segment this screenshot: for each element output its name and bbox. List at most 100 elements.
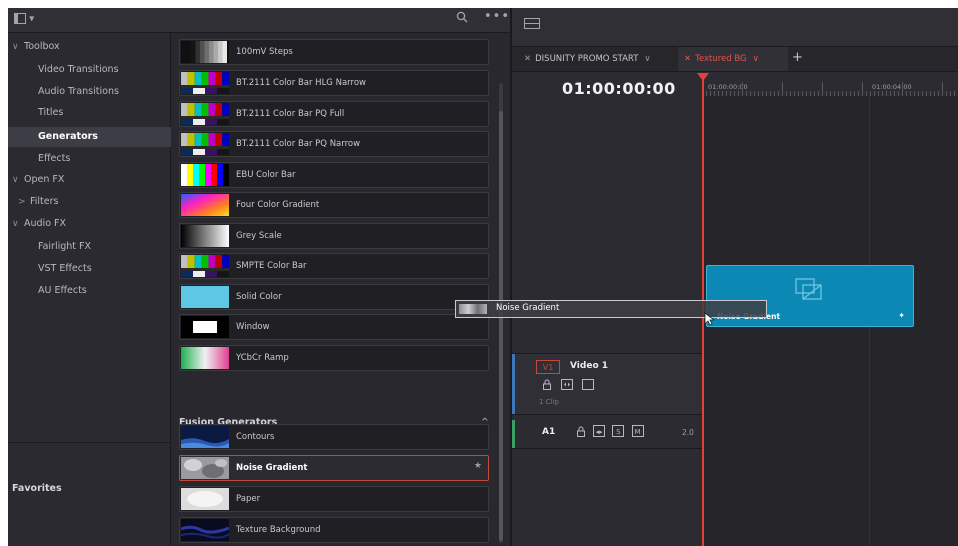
generator-label: Paper — [236, 494, 261, 504]
search-icon[interactable] — [456, 11, 468, 27]
timeline-toolbar — [512, 8, 958, 47]
sidebar-item-label: Filters — [30, 196, 59, 207]
sidebar-item-fairlight-fx[interactable]: Fairlight FX — [8, 237, 170, 257]
favorites-divider — [8, 442, 170, 443]
drag-ghost: Noise Gradient — [455, 300, 767, 318]
generator-label: Window — [236, 322, 270, 332]
generator-label: SMPTE Color Bar — [236, 261, 307, 271]
mute-button[interactable]: M — [631, 425, 644, 437]
tab-textured-bg[interactable]: ✕ Textured BG ∨ — [678, 47, 788, 71]
sidebar-item-titles[interactable]: Titles — [8, 103, 170, 123]
video-track-name[interactable]: Video 1 — [570, 361, 608, 371]
video-track-color — [512, 354, 515, 414]
generator-item-grey-scale[interactable]: Grey Scale — [179, 223, 489, 249]
generator-label: YCbCr Ramp — [236, 353, 289, 363]
audio-channel-format: 2.0 — [682, 428, 694, 437]
generator-item-window[interactable]: Window — [179, 314, 489, 340]
favorites-heading[interactable]: Favorites — [12, 483, 62, 494]
generator-label: EBU Color Bar — [236, 170, 296, 180]
sidebar-item-effects[interactable]: Effects — [8, 149, 170, 169]
sidebar-item-video-transitions[interactable]: Video Transitions — [8, 60, 170, 80]
lock-icon[interactable] — [542, 379, 555, 393]
sidebar-item-label: AU Effects — [38, 285, 87, 296]
mouse-cursor-icon — [704, 312, 716, 329]
chevron-down-icon[interactable]: ∨ — [644, 54, 650, 64]
sidebar-item-label: VST Effects — [38, 263, 92, 274]
sidebar-item-label: Audio FX — [24, 218, 66, 229]
generator-item-contours[interactable]: Contours — [179, 424, 489, 450]
sidebar-item-label: Audio Transitions — [38, 86, 119, 97]
drag-ghost-thumbnail — [459, 304, 487, 314]
sidebar-item-audio-fx[interactable]: ∨ Audio FX — [8, 214, 170, 234]
close-icon[interactable]: ✕ — [524, 54, 531, 64]
generator-thumbnail — [181, 164, 229, 186]
generator-thumbnail — [181, 133, 230, 155]
generator-item-four-color-gradient[interactable]: Four Color Gradient — [179, 192, 489, 218]
sidebar-item-audio-transitions[interactable]: Audio Transitions — [8, 82, 170, 102]
generator-item-ebu-color-bar[interactable]: EBU Color Bar — [179, 162, 489, 188]
generator-item-bt-2111-color-bar-pq-full[interactable]: BT.2111 Color Bar PQ Full — [179, 101, 489, 127]
scrollbar-thumb[interactable] — [499, 111, 503, 541]
time-ruler[interactable]: 01:00:00:00 01:00:04:00 — [702, 72, 958, 97]
track-enable-icon[interactable] — [582, 379, 595, 393]
generator-item-noise-gradient[interactable]: Noise Gradient ★ — [179, 455, 489, 481]
auto-select-icon[interactable]: ◂▸ — [593, 425, 606, 437]
generator-item-100mv-steps[interactable]: 100mV Steps — [179, 39, 489, 65]
chevron-down-icon[interactable]: ∨ — [12, 214, 24, 234]
generator-item-smpte-color-bar[interactable]: SMPTE Color Bar — [179, 253, 489, 279]
generator-thumbnail — [180, 519, 230, 541]
sidebar-item-open-fx[interactable]: ∨ Open FX — [8, 170, 170, 190]
generator-item-texture-background[interactable]: Texture Background — [179, 517, 489, 543]
generator-label: Noise Gradient — [236, 463, 308, 473]
generator-item-bt-2111-color-bar-pq-narrow[interactable]: BT.2111 Color Bar PQ Narrow — [179, 131, 489, 157]
ruler-tick — [742, 82, 743, 96]
sidebar-item-label: Generators — [38, 131, 98, 142]
audio-track-name[interactable]: A1 — [542, 427, 555, 437]
audio-track-controls: ◂▸ S M — [576, 425, 644, 437]
tab-disunity-promo-start[interactable]: ✕ DISUNITY PROMO START ∨ — [520, 47, 684, 71]
generator-item-bt-2111-color-bar-hlg-narrow[interactable]: BT.2111 Color Bar HLG Narrow — [179, 70, 489, 96]
generator-item-solid-color[interactable]: Solid Color — [179, 284, 489, 310]
auto-select-icon[interactable] — [561, 379, 576, 393]
effects-sidebar: ∨ Toolbox Video Transitions Audio Transitio… — [8, 33, 200, 546]
lock-icon[interactable] — [576, 426, 589, 437]
sidebar-item-label: Fairlight FX — [38, 241, 92, 252]
solo-button[interactable]: S — [612, 425, 625, 437]
generator-label: 100mV Steps — [236, 47, 293, 57]
generator-thumbnail — [181, 194, 229, 216]
track-destination-v1[interactable]: V1 — [536, 360, 560, 374]
sidebar-item-label: Open FX — [24, 174, 65, 185]
audio-track-header[interactable]: A1 ◂▸ S M 2.0 — [512, 420, 702, 449]
sidebar-item-label: Titles — [38, 107, 64, 118]
sidebar-item-filters[interactable]: > Filters — [8, 192, 170, 212]
sidebar-item-au-effects[interactable]: AU Effects — [8, 281, 170, 301]
chevron-down-icon: ▾ — [29, 13, 35, 25]
add-timeline-button[interactable]: + — [792, 47, 803, 69]
ruler-tick — [782, 82, 783, 96]
sidebar-item-toolbox[interactable]: ∨ Toolbox — [8, 37, 170, 57]
video-track-header[interactable]: V1 Video 1 1 Clip — [512, 353, 702, 415]
video-track-controls — [542, 379, 595, 393]
more-options-button[interactable]: ••• — [484, 9, 510, 24]
ruler-timecode: 01:00:04:00 — [872, 83, 912, 91]
generator-thumbnail — [181, 286, 229, 308]
tab-label: DISUNITY PROMO START — [535, 54, 639, 64]
chevron-down-icon[interactable]: ∨ — [12, 37, 24, 57]
generator-label: BT.2111 Color Bar PQ Full — [236, 109, 345, 119]
close-icon[interactable]: ✕ — [684, 54, 691, 64]
generator-thumbnail — [181, 225, 229, 247]
generator-thumbnail — [181, 41, 229, 63]
chevron-down-icon[interactable]: ∨ — [12, 170, 24, 190]
generator-item-ycbcr-ramp[interactable]: YCbCr Ramp — [179, 345, 489, 371]
panel-toggle-button[interactable]: ▾ — [14, 13, 38, 27]
favorite-star-icon[interactable]: ★ — [474, 461, 482, 471]
chevron-right-icon[interactable]: > — [18, 192, 30, 212]
generator-label: Four Color Gradient — [236, 200, 320, 210]
timeline-view-icon[interactable] — [524, 18, 540, 29]
fusion-effect-icon: ✦ — [898, 311, 905, 320]
chevron-down-icon[interactable]: ∨ — [753, 54, 759, 64]
sidebar-item-vst-effects[interactable]: VST Effects — [8, 259, 170, 279]
generator-item-paper[interactable]: Paper — [179, 486, 489, 512]
generator-thumbnail — [181, 255, 230, 277]
generator-thumbnail — [181, 457, 229, 479]
